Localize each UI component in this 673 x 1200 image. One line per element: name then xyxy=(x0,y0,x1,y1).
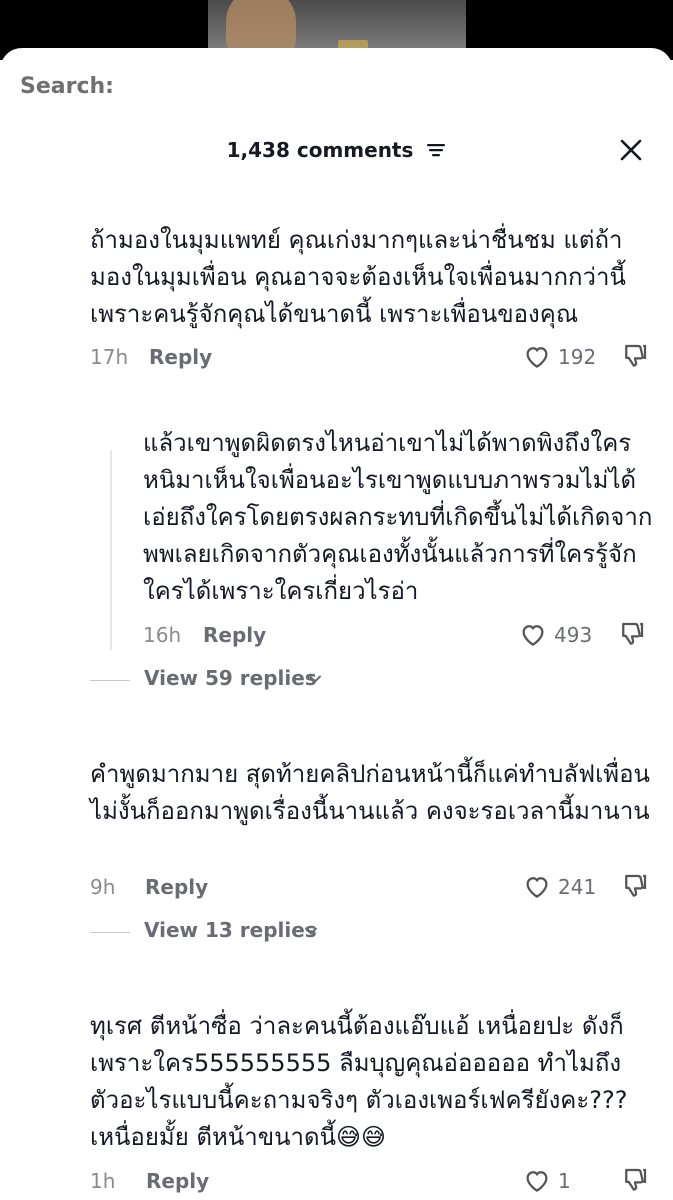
view-replies-label: View 13 replies xyxy=(144,918,317,942)
comment-count: 1,438 comments xyxy=(226,137,414,162)
reply-button[interactable]: Reply xyxy=(145,875,208,899)
reply-thread-line xyxy=(110,450,112,650)
dislike-icon[interactable] xyxy=(620,871,650,901)
view-replies-button[interactable]: View 13 replies xyxy=(90,918,350,946)
dislike-icon[interactable] xyxy=(620,1165,650,1195)
like-count: 1 xyxy=(558,1169,571,1193)
heart-icon[interactable] xyxy=(522,341,552,371)
like-count: 241 xyxy=(558,875,597,899)
comment-meta: 16h Reply 493 xyxy=(143,622,663,653)
dislike-icon[interactable] xyxy=(620,341,650,371)
heart-icon[interactable] xyxy=(518,619,548,649)
like-count: 493 xyxy=(554,623,593,647)
comment-time: 16h xyxy=(143,623,182,647)
comment-text: แล้วเขาพูดผิดตรงไหนอ่าเขาไม่ได้พาดพิงถึง… xyxy=(143,429,653,605)
comment-time: 9h xyxy=(90,875,116,899)
heart-icon[interactable] xyxy=(522,1165,552,1195)
comment-time: 17h xyxy=(90,345,129,369)
comment-meta: 1h Reply 1 xyxy=(90,1168,660,1199)
comment-meta: 9h Reply 241 xyxy=(90,874,660,905)
dislike-icon[interactable] xyxy=(617,619,647,649)
reply-button[interactable]: Reply xyxy=(149,345,212,369)
reply-button[interactable]: Reply xyxy=(203,623,266,647)
comment-text: คำพูดมากมาย สุดท้ายคลิปก่อนหน้านี้ก็แค่ท… xyxy=(90,760,650,825)
view-replies-label: View 59 replies xyxy=(144,666,317,690)
filter-icon[interactable] xyxy=(426,142,446,158)
chevron-down-icon xyxy=(305,927,317,935)
comment-item: ทุเรศ ตีหน้าซื่อ ว่าละคนนี้ต้องแอ๊บแอ้ เ… xyxy=(90,1008,650,1156)
comment-meta: 17h Reply 192 xyxy=(90,344,660,375)
close-icon[interactable] xyxy=(619,138,643,162)
comment-time: 1h xyxy=(90,1169,116,1193)
heart-icon[interactable] xyxy=(522,871,552,901)
chevron-down-icon xyxy=(309,675,321,683)
reply-button[interactable]: Reply xyxy=(146,1169,209,1193)
view-replies-line xyxy=(90,932,130,933)
comment-item: คำพูดมากมาย สุดท้ายคลิปก่อนหน้านี้ก็แค่ท… xyxy=(90,756,650,830)
view-replies-line xyxy=(90,680,130,681)
like-count: 192 xyxy=(558,345,597,369)
view-replies-button[interactable]: View 59 replies xyxy=(90,666,350,694)
comment-text: ทุเรศ ตีหน้าซื่อ ว่าละคนนี้ต้องแอ๊บแอ้ เ… xyxy=(90,1012,628,1151)
comments-header: 1,438 comments xyxy=(0,136,673,162)
reply-item: แล้วเขาพูดผิดตรงไหนอ่าเขาไม่ได้พาดพิงถึง… xyxy=(143,425,653,610)
comment-text: ถ้ามองในมุมแพทย์ คุณเก่งมากๆและน่าชื่นชม… xyxy=(90,226,626,328)
comment-item: ถ้ามองในมุมแพทย์ คุณเก่งมากๆและน่าชื่นชม… xyxy=(90,222,650,333)
search-label: Search: xyxy=(20,74,114,99)
